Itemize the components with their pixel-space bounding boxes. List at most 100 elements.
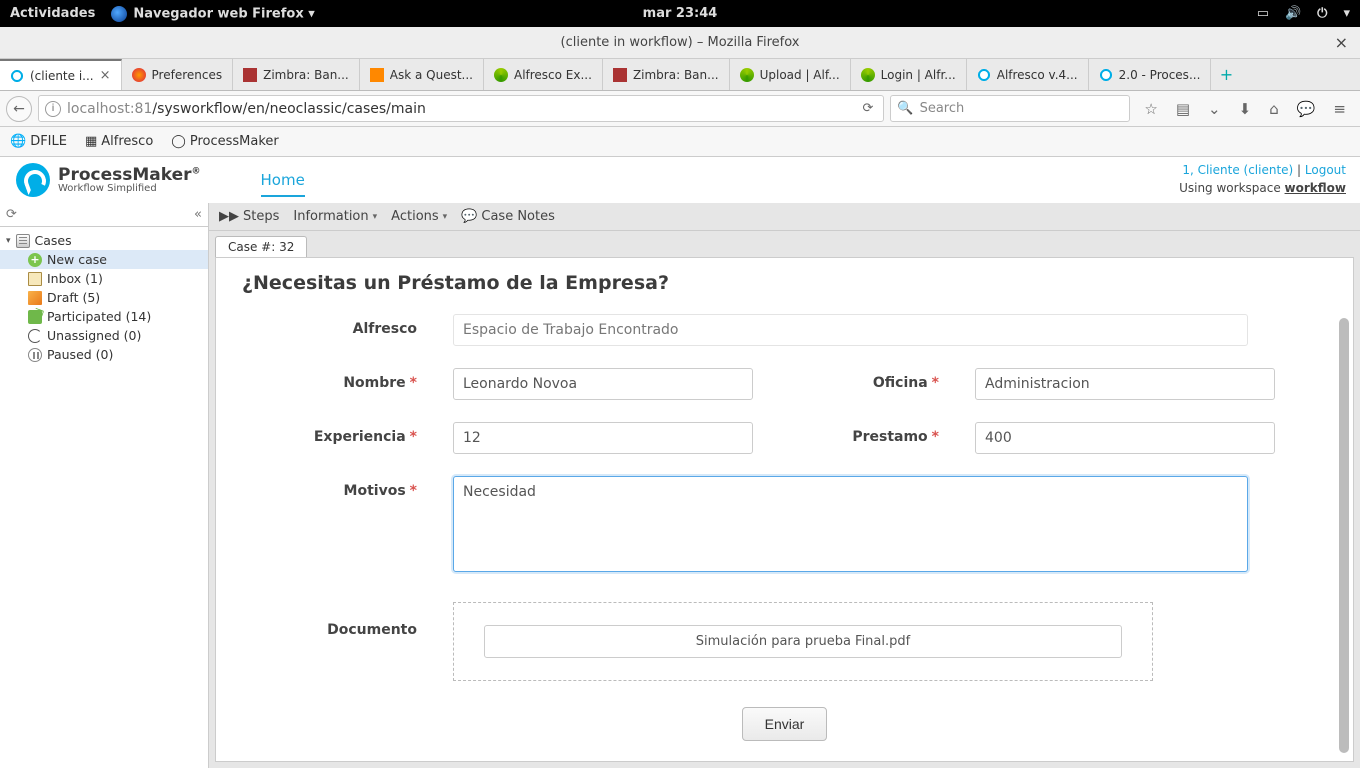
bookmark-item[interactable]: ◯ProcessMaker [171,134,278,149]
logout-link[interactable]: Logout [1305,163,1346,177]
case-notes-button[interactable]: 💬 Case Notes [461,209,555,224]
sidebar-item-label: Inbox (1) [47,271,103,286]
favicon-icon [10,69,24,83]
browser-tab[interactable]: Preferences [122,59,234,90]
bookmark-icon: ◯ [171,134,186,149]
browser-tab[interactable]: Alfresco Ex... [484,59,603,90]
url-bar[interactable]: i localhost:81/sysworkflow/en/neoclassic… [38,95,884,122]
browser-tab[interactable]: Zimbra: Ban... [603,59,730,90]
case-tab-row: Case #: 32 [209,231,1360,257]
browser-tab[interactable]: Upload | Alf... [730,59,851,90]
search-bar[interactable]: 🔍 Search [890,95,1130,122]
url-text: localhost:81/sysworkflow/en/neoclassic/c… [67,101,859,117]
activities-button[interactable]: Actividades [10,6,95,21]
unassigned-icon [28,329,42,343]
screen-icon[interactable]: ▭ [1257,6,1269,21]
tab-label: Zimbra: Ban... [263,68,349,82]
browser-tab[interactable]: Alfresco v.4... [967,59,1089,90]
part-icon [28,310,42,324]
firefox-icon [111,6,127,22]
sidebar-item[interactable]: Unassigned (0) [0,326,208,345]
sidebar-item-label: Paused (0) [47,347,113,362]
favicon-icon [1099,68,1113,82]
form-container: ¿Necesitas un Préstamo de la Empresa? Al… [215,257,1354,762]
sidebar-tools: ⟳ « [0,203,208,227]
textarea-motivos[interactable] [453,476,1248,572]
refresh-icon[interactable]: ⟳ [6,207,17,222]
reload-button[interactable]: ⟳ [859,101,878,116]
sidebar-item[interactable]: +New case [0,250,208,269]
tree-root-cases[interactable]: ▾ Cases [0,231,208,250]
input-prestamo[interactable] [975,422,1275,454]
collapse-sidebar-icon[interactable]: « [194,207,202,222]
sidebar-item[interactable]: Participated (14) [0,307,208,326]
tab-label: Alfresco Ex... [514,68,592,82]
clock[interactable]: mar 23:44 [643,6,718,21]
top-nav: Home [261,171,305,189]
power-icon[interactable]: ⏻ [1317,6,1327,21]
favicon-icon [132,68,146,82]
browser-tab[interactable]: Ask a Quest... [360,59,484,90]
field-alfresco-static: Espacio de Trabajo Encontrado [453,314,1248,346]
actions-menu[interactable]: Actions [391,209,447,224]
menu-caret-icon[interactable]: ▾ [1343,6,1350,21]
information-menu[interactable]: Information [293,209,377,224]
submit-button[interactable]: Enviar [742,707,828,741]
input-oficina[interactable] [975,368,1275,400]
browser-tab[interactable]: (cliente i...× [0,59,122,90]
sidebar-item[interactable]: Paused (0) [0,345,208,364]
favicon-icon [977,68,991,82]
window-title: (cliente in workflow) – Mozilla Firefox [561,35,800,50]
user-meta: 1, Cliente (cliente) | Logout Using work… [1179,161,1346,197]
back-button[interactable]: ← [6,96,32,122]
caret-icon: ▾ [6,236,11,246]
volume-icon[interactable]: 🔊 [1285,6,1301,21]
bookmark-star-icon[interactable]: ☆ [1144,100,1157,118]
site-info-icon[interactable]: i [45,101,61,117]
downloads-icon[interactable]: ⬇ [1239,100,1252,118]
label-prestamo: Prestamo* [789,422,939,445]
document-dropzone[interactable]: Simulación para prueba Final.pdf [453,602,1153,681]
input-experiencia[interactable] [453,422,753,454]
navbar: ← i localhost:81/sysworkflow/en/neoclass… [0,91,1360,127]
sidebar-item[interactable]: Draft (5) [0,288,208,307]
tab-close-icon[interactable]: × [100,68,111,83]
chat-icon[interactable]: 💬 [1297,100,1316,118]
new-tab-button[interactable]: + [1211,59,1241,90]
form-title: ¿Necesitas un Préstamo de la Empresa? [242,272,1335,294]
input-nombre[interactable] [453,368,753,400]
brand-logo[interactable]: ProcessMaker® Workflow Simplified [16,163,201,197]
tabstrip: (cliente i...× Preferences Zimbra: Ban... A… [0,59,1360,91]
app-header: ProcessMaker® Workflow Simplified Home 1… [0,157,1360,203]
hamburger-icon[interactable]: ≡ [1333,100,1346,118]
inbox-icon [28,272,42,286]
case-tab[interactable]: Case #: 32 [215,236,307,257]
bookmarks-bar: 🌐DFILE ▦Alfresco ◯ProcessMaker [0,127,1360,157]
favicon-icon [613,68,627,82]
window-close-button[interactable]: × [1335,33,1348,52]
window-titlebar: (cliente in workflow) – Mozilla Firefox … [0,27,1360,59]
tab-label: Login | Alfr... [881,68,956,82]
bookmark-icon: 🌐 [10,134,26,149]
home-icon[interactable]: ⌂ [1269,100,1279,118]
nav-home[interactable]: Home [261,171,305,197]
paused-icon [28,348,42,362]
favicon-icon [494,68,508,82]
pocket-icon[interactable]: ⌄ [1208,100,1221,118]
tab-label: Preferences [152,68,223,82]
steps-button[interactable]: ▶▶ Steps [219,209,279,224]
library-icon[interactable]: ▤ [1176,100,1190,118]
browser-tab[interactable]: Zimbra: Ban... [233,59,360,90]
favicon-icon [243,68,257,82]
user-link[interactable]: 1, Cliente (cliente) [1182,163,1293,177]
sidebar-item[interactable]: Inbox (1) [0,269,208,288]
document-file[interactable]: Simulación para prueba Final.pdf [484,625,1122,658]
bookmark-item[interactable]: ▦Alfresco [85,134,153,149]
browser-tab[interactable]: 2.0 - Proces... [1089,59,1212,90]
bookmark-item[interactable]: 🌐DFILE [10,134,67,149]
browser-tab[interactable]: Login | Alfr... [851,59,967,90]
form-scrollbar[interactable] [1339,318,1351,753]
cases-tree: ▾ Cases +New case Inbox (1) Draft (5)Parti… [0,227,208,368]
current-app[interactable]: Navegador web Firefox ▾ [111,6,314,22]
brand-mark-icon [16,163,50,197]
